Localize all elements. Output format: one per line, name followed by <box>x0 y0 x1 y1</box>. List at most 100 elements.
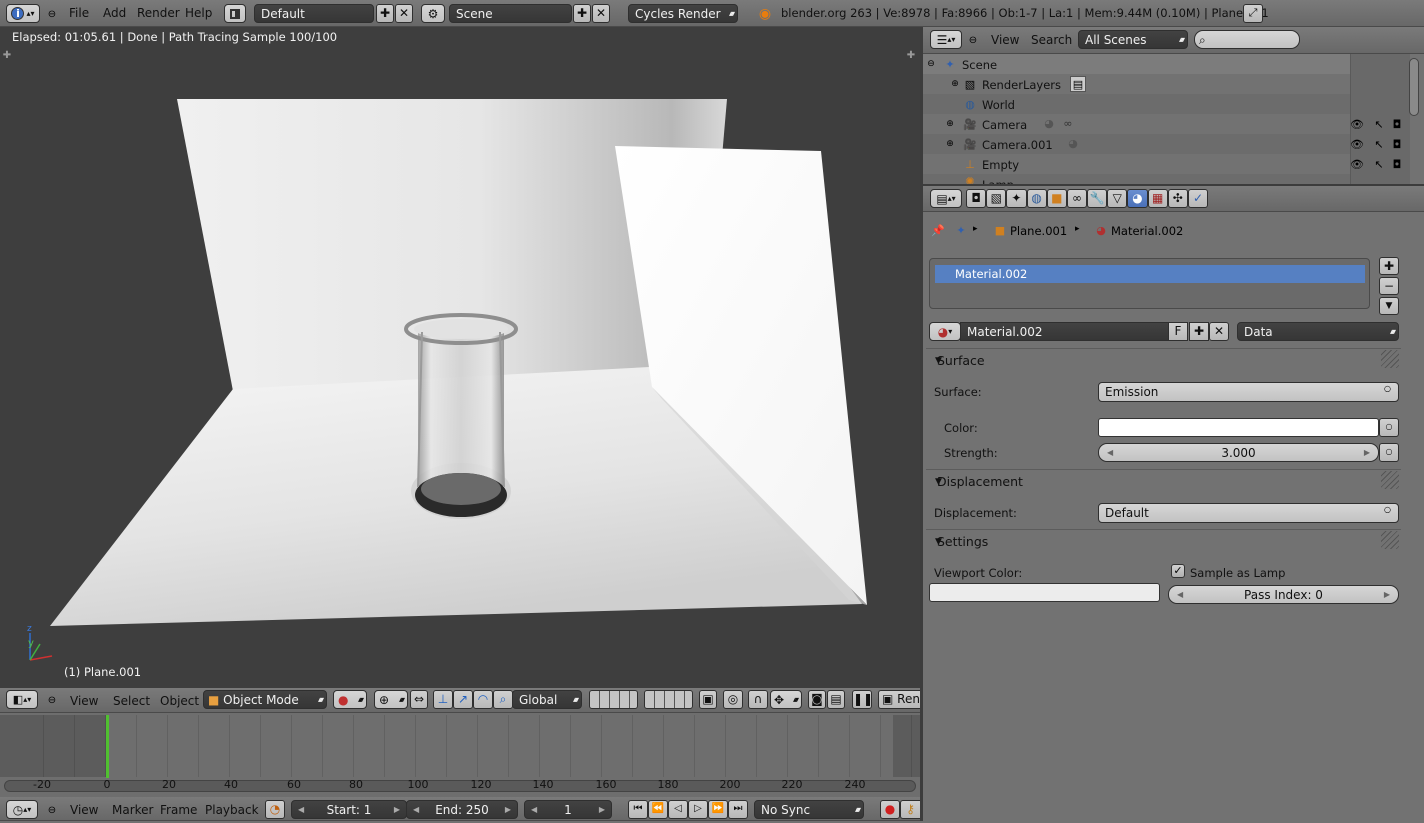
surface-panel-header[interactable]: Surface <box>923 350 1401 372</box>
end-frame-field[interactable]: ◀ End: 250 ▶ <box>406 800 518 819</box>
expand-toggle-icon[interactable]: ⊖ <box>926 59 936 69</box>
panel-drag-grip-icon[interactable] <box>1381 350 1399 368</box>
expand-toggle-icon[interactable]: ⊕ <box>945 139 955 149</box>
proportional-edit-button[interactable]: ◎ <box>723 690 743 709</box>
render-animation-button[interactable]: ▤ <box>827 690 845 709</box>
outliner-item[interactable]: Camera <box>982 118 1027 132</box>
remove-material-slot-button[interactable]: − <box>1379 277 1399 295</box>
mesh-data-tab-icon[interactable]: ▽ <box>1107 189 1128 208</box>
outliner-item[interactable]: Empty <box>982 158 1019 172</box>
area-split-icon[interactable]: ✚ <box>906 50 916 61</box>
displacement-panel-header[interactable]: Displacement <box>923 471 1401 493</box>
manipulator-toggle-button[interactable]: ⇔ <box>410 690 428 709</box>
scale-manipulator-icon-button[interactable]: ⌕ <box>493 690 513 709</box>
expand-toggle-icon[interactable]: ⊕ <box>950 79 960 89</box>
add-material-slot-button[interactable]: ✚ <box>1379 257 1399 275</box>
material-link-select[interactable]: Data <box>1237 322 1399 341</box>
renderable-camera-icon[interactable]: ◘ <box>1391 118 1403 131</box>
transform-orientation-select[interactable]: Global <box>512 690 582 709</box>
render-engine-select[interactable]: Cycles Render <box>628 4 738 23</box>
strength-link-button[interactable]: ○ <box>1379 443 1399 462</box>
renderable-camera-icon[interactable]: ◘ <box>1391 138 1403 151</box>
render-still-button[interactable]: ◙ <box>808 690 826 709</box>
outliner-item[interactable]: Camera.001 <box>982 138 1053 152</box>
scale-manipulator-button[interactable]: ◠ <box>473 690 493 709</box>
outliner-display-mode-select[interactable]: All Scenes <box>1078 30 1188 49</box>
visibility-eye-icon[interactable]: 👁 <box>1350 138 1364 151</box>
viewport-menu-object[interactable]: Object <box>160 688 199 714</box>
collapse-menu-icon[interactable]: ⊖ <box>46 804 58 816</box>
visibility-eye-icon[interactable]: 👁 <box>1350 118 1364 131</box>
physics-tab-icon[interactable]: ✓ <box>1187 189 1209 208</box>
render-tab-icon[interactable]: ◘ <box>966 189 987 208</box>
scene-tab-icon[interactable]: ✦ <box>1006 189 1027 208</box>
current-frame-field[interactable]: ◀ 1 ▶ <box>524 800 612 819</box>
current-frame-line[interactable] <box>106 715 109 778</box>
prev-keyframe-button[interactable]: ⏪ <box>648 800 668 819</box>
timeline-editor-type-button[interactable]: ◷ ▴▾ <box>6 800 38 819</box>
timeline-menu-frame[interactable]: Frame <box>160 797 197 823</box>
auto-keying-button[interactable]: ● <box>880 800 900 819</box>
pass-index-field[interactable]: ◀ Pass Index: 0 ▶ <box>1168 585 1399 604</box>
pause-button[interactable]: ❚❚ <box>852 690 873 709</box>
viewport-shading-select[interactable]: ● <box>333 690 367 709</box>
outliner-item[interactable]: RenderLayers <box>982 78 1061 92</box>
play-reverse-button[interactable]: ◁ <box>668 800 688 819</box>
panel-drag-grip-icon[interactable] <box>1381 531 1399 549</box>
collapse-menu-icon[interactable]: ⊖ <box>967 34 979 46</box>
surface-link-dot-icon[interactable]: ○ <box>1384 384 1391 393</box>
fullscreen-toggle-button[interactable]: ⤢ <box>1243 4 1263 23</box>
selectable-cursor-icon[interactable]: ↖ <box>1373 138 1385 151</box>
add-layout-button[interactable]: ✚ <box>376 4 394 23</box>
unlink-material-button[interactable]: ✕ <box>1209 322 1229 341</box>
rotate-manipulator-button[interactable]: ↗ <box>453 690 473 709</box>
info-editor-type-button[interactable]: i ▴▾ <box>6 4 40 23</box>
color-swatch[interactable] <box>1098 418 1379 437</box>
world-tab-icon[interactable]: ◍ <box>1026 189 1047 208</box>
displacement-select[interactable]: Default <box>1098 503 1399 523</box>
outliner-search-input[interactable]: ⌕ <box>1194 30 1300 49</box>
translate-manipulator-button[interactable]: ⊥ <box>433 690 453 709</box>
next-keyframe-button[interactable]: ⏩ <box>708 800 728 819</box>
delete-scene-button[interactable]: ✕ <box>592 4 610 23</box>
material-browse-button[interactable]: ◕ ▾ <box>929 322 961 341</box>
constraints-tab-icon[interactable]: ∞ <box>1066 189 1088 208</box>
keying-set-button[interactable]: ⚷ <box>900 800 920 819</box>
displacement-link-dot-icon[interactable]: ○ <box>1384 505 1391 514</box>
surface-shader-select[interactable]: Emission <box>1098 382 1399 402</box>
timeline-menu-marker[interactable]: Marker <box>112 797 153 823</box>
jump-end-button[interactable]: ⏭ <box>728 800 748 819</box>
outliner-scrollbar[interactable] <box>1409 58 1419 116</box>
object-mode-select[interactable]: ■ Object Mode <box>203 690 327 709</box>
outliner-item[interactable]: World <box>982 98 1015 112</box>
breadcrumb-object[interactable]: Plane.001 <box>1010 224 1067 238</box>
particles-tab-icon[interactable]: ✣ <box>1167 189 1188 208</box>
object-tab-icon[interactable]: ■ <box>1046 189 1067 208</box>
fake-user-button[interactable]: F <box>1168 322 1188 341</box>
viewport-menu-view[interactable]: View <box>70 688 98 714</box>
visibility-eye-icon[interactable]: 👁 <box>1350 158 1364 171</box>
strength-field[interactable]: ◀ 3.000 ▶ <box>1098 443 1379 462</box>
viewport-editor-type-button[interactable]: ◧ ▴▾ <box>6 690 38 709</box>
scene-name-field[interactable]: Scene <box>449 4 572 23</box>
viewport-menu-select[interactable]: Select <box>113 688 150 714</box>
delete-layout-button[interactable]: ✕ <box>395 4 413 23</box>
menu-file[interactable]: File <box>69 0 89 26</box>
snap-toggle-button[interactable]: ∩ <box>748 690 768 709</box>
timeline-menu-playback[interactable]: Playback <box>205 797 259 823</box>
settings-panel-header[interactable]: Settings <box>923 531 1401 553</box>
pin-icon[interactable]: 📌 <box>930 222 946 238</box>
outliner-item[interactable]: Scene <box>962 58 997 72</box>
sample-as-lamp-checkbox[interactable]: ✓ <box>1171 564 1185 578</box>
screen-layout-icon[interactable] <box>224 4 246 23</box>
add-scene-button[interactable]: ✚ <box>573 4 591 23</box>
area-split-icon[interactable]: ✚ <box>2 50 12 61</box>
lock-layers-button[interactable]: ▣ <box>699 690 717 709</box>
play-button[interactable]: ▷ <box>688 800 708 819</box>
menu-help[interactable]: Help <box>185 0 212 26</box>
start-frame-field[interactable]: ◀ Start: 1 ▶ <box>291 800 407 819</box>
properties-editor-type-button[interactable]: ▤ ▴▾ <box>930 189 962 208</box>
render-layers-tab-icon[interactable]: ▧ <box>986 189 1007 208</box>
scene-icon[interactable]: ⚙ <box>421 4 445 23</box>
selectable-cursor-icon[interactable]: ↖ <box>1373 158 1385 171</box>
